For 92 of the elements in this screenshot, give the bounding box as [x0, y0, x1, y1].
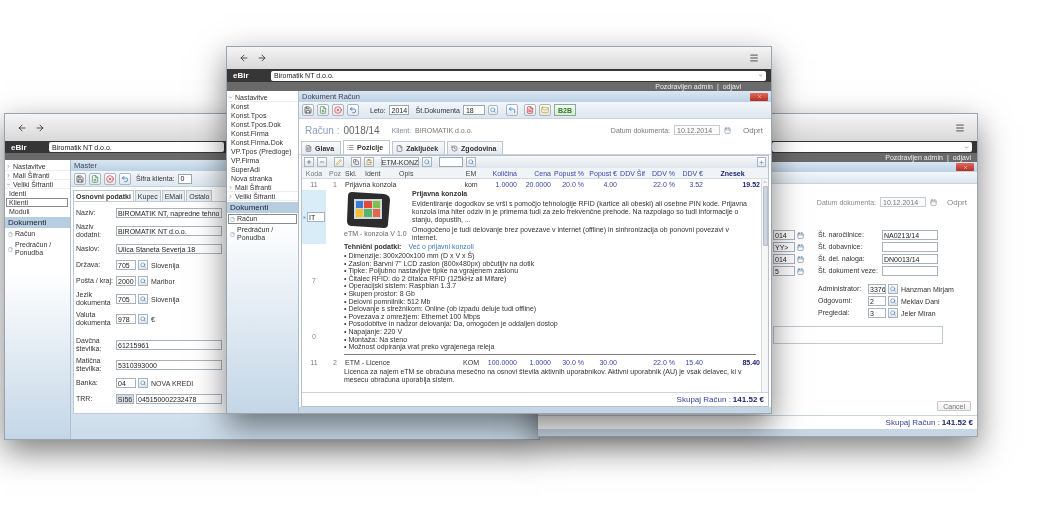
- search-button[interactable]: [487, 105, 498, 115]
- caret-icon: [964, 144, 969, 150]
- calendar-icon[interactable]: [930, 198, 937, 206]
- company-select[interactable]: [772, 142, 972, 152]
- brand-logo: eBir: [11, 142, 28, 152]
- back-arrow-icon[interactable]: [239, 53, 249, 63]
- document-label: Račun :: [305, 124, 340, 136]
- copy-button[interactable]: [351, 157, 361, 167]
- save-button[interactable]: [302, 104, 314, 116]
- caret-icon: [758, 73, 763, 78]
- paste-button[interactable]: [364, 157, 374, 167]
- column-menu-button[interactable]: [757, 157, 766, 167]
- search-button[interactable]: [466, 157, 476, 167]
- email-button[interactable]: [538, 104, 551, 116]
- save-button[interactable]: [74, 172, 86, 185]
- calendar-icon[interactable]: [797, 255, 804, 263]
- delete-button[interactable]: [332, 104, 344, 116]
- back-button[interactable]: [119, 172, 131, 185]
- search-field[interactable]: [439, 157, 463, 167]
- copy-icon: [353, 159, 359, 165]
- curved-arrow-icon: [507, 106, 516, 114]
- total-value: 141.52 €: [941, 418, 973, 427]
- document-number: 0018/14: [343, 124, 380, 136]
- console-drawing: [344, 190, 392, 230]
- search-button[interactable]: [138, 260, 148, 270]
- delete-icon: [334, 106, 342, 114]
- search-icon: [890, 310, 896, 316]
- calendar-icon[interactable]: [724, 126, 731, 134]
- pencil-icon: [336, 159, 342, 165]
- search-icon: [140, 316, 146, 322]
- search-button[interactable]: [888, 296, 898, 306]
- search-icon: [890, 298, 896, 304]
- undo-button[interactable]: [505, 104, 518, 116]
- input-field[interactable]: [882, 266, 938, 276]
- new-document-button[interactable]: [317, 104, 329, 116]
- close-icon: [756, 94, 762, 99]
- forward-arrow-icon[interactable]: [35, 122, 45, 133]
- search-icon: [890, 286, 896, 292]
- close-icon: [962, 164, 968, 170]
- delete-button[interactable]: [104, 172, 116, 185]
- plus-icon: [759, 159, 764, 165]
- calendar-icon[interactable]: [797, 231, 804, 239]
- add-row-button[interactable]: [304, 157, 314, 167]
- menu-icon[interactable]: [955, 122, 965, 133]
- plus-icon: [306, 159, 312, 165]
- forward-arrow-icon[interactable]: [257, 53, 267, 63]
- search-icon: [424, 159, 430, 165]
- search-icon: [140, 296, 146, 302]
- status-text: Odprt: [947, 197, 967, 207]
- back-button[interactable]: [347, 104, 359, 116]
- back-arrow-icon[interactable]: [17, 122, 27, 133]
- clipboard-icon: [366, 159, 372, 165]
- search-icon: [140, 262, 146, 268]
- scrollbar[interactable]: [761, 179, 768, 392]
- total-label: Skupaj Račun :: [676, 395, 731, 404]
- menu-icon[interactable]: [749, 53, 759, 63]
- search-button[interactable]: [138, 378, 148, 388]
- chevron-down-icon: [228, 94, 233, 100]
- calendar-icon[interactable]: [797, 243, 804, 251]
- envelope-icon: [540, 106, 549, 114]
- input-field[interactable]: [882, 242, 938, 252]
- row-marker-icon: [303, 215, 306, 219]
- calendar-icon[interactable]: [797, 267, 804, 275]
- total-value: 141.52 €: [732, 395, 764, 404]
- new-document-icon: [319, 106, 327, 114]
- delete-icon: [106, 174, 114, 183]
- close-button[interactable]: [956, 163, 974, 171]
- remove-row-button[interactable]: [317, 157, 327, 167]
- return-arrow-icon: [349, 106, 357, 114]
- brand-logo: eBir: [233, 71, 250, 80]
- minus-icon: [319, 159, 325, 165]
- chevron-down-icon: [6, 181, 11, 187]
- notes-field[interactable]: [773, 326, 943, 344]
- search-button[interactable]: [138, 294, 148, 304]
- return-arrow-icon: [121, 174, 129, 183]
- section-header: Dokumenti: [5, 217, 70, 228]
- search-button[interactable]: [888, 308, 898, 318]
- section-header: Dokumenti: [227, 202, 298, 213]
- search-button[interactable]: [888, 284, 898, 294]
- new-document-icon: [91, 174, 99, 183]
- search-icon: [140, 380, 146, 386]
- total-label: Skupaj Račun :: [885, 418, 940, 427]
- edit-button[interactable]: [334, 157, 344, 167]
- search-icon: [468, 159, 474, 165]
- new-document-button[interactable]: [89, 172, 101, 185]
- search-button[interactable]: [422, 157, 432, 167]
- status-text: Odprt: [743, 125, 763, 135]
- close-button[interactable]: [750, 92, 768, 101]
- search-icon: [140, 278, 146, 284]
- search-icon: [489, 107, 496, 113]
- search-button[interactable]: [138, 314, 148, 324]
- search-button[interactable]: [138, 276, 148, 286]
